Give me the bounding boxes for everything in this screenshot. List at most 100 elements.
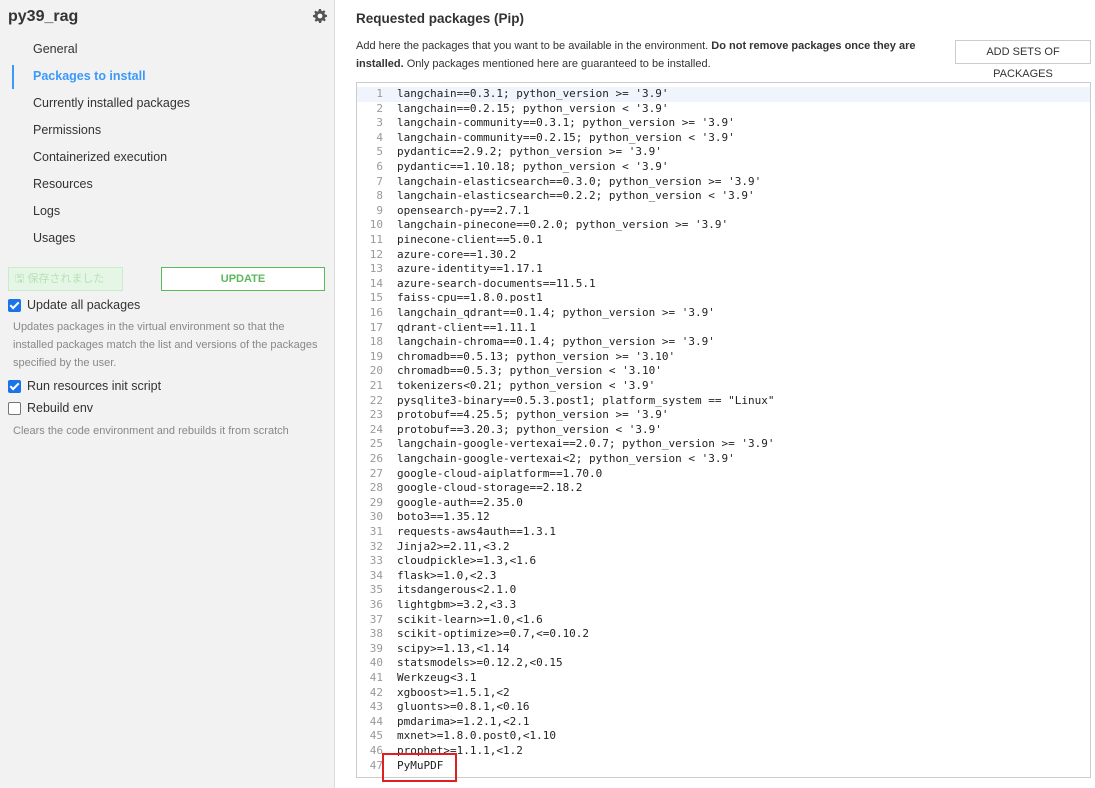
sidebar-item-resources[interactable]: Resources	[12, 171, 312, 198]
line-number: 5	[376, 145, 383, 159]
code-text: langchain_qdrant==0.1.4; python_version …	[397, 306, 715, 319]
sidebar-item-containerized-execution[interactable]: Containerized execution	[12, 144, 312, 171]
update-all-checkbox[interactable]	[8, 298, 21, 312]
line-number: 40	[369, 656, 383, 670]
line-number: 23	[369, 408, 383, 422]
code-line: 37 scikit-learn>=1.0,<1.6	[357, 613, 1090, 628]
code-line: 2 langchain==0.2.15; python_version < '3.…	[357, 102, 1090, 117]
line-number: 11	[369, 233, 383, 246]
code-text: pydantic==2.9.2; python_version >= '3.9'	[397, 145, 662, 159]
rebuild-row[interactable]: Rebuild env	[8, 401, 93, 415]
code-text: cloudpickle>=1.3,<1.6	[397, 554, 537, 568]
sidebar-item-packages-to-install[interactable]: Packages to install	[12, 63, 312, 90]
code-text: gluonts>=0.8.1,<0.16	[397, 700, 530, 714]
code-line: 24 protobuf==3.20.3; python_version < '3.…	[357, 423, 1090, 438]
code-line: 22 pysqlite3-binary==0.5.3.post1; platfor…	[357, 394, 1090, 409]
line-number: 10	[369, 218, 383, 232]
line-number: 16	[369, 306, 383, 319]
code-line: 43 gluonts>=0.8.1,<0.16	[357, 700, 1090, 715]
code-text: pmdarima>=1.2.1,<2.1	[397, 714, 530, 728]
code-line: 31 requests-aws4auth==1.3.1	[357, 525, 1090, 540]
code-text: langchain==0.2.15; python_version < '3.9…	[397, 101, 669, 115]
line-number: 39	[369, 641, 383, 655]
code-line: 15 faiss-cpu==1.8.0.post1	[357, 291, 1090, 306]
code-text: boto3==1.35.12	[397, 510, 490, 524]
description: Add here the packages that you want to b…	[356, 37, 926, 73]
run-init-label: Run resources init script	[27, 379, 162, 393]
line-number: 3	[376, 116, 383, 130]
line-number: 21	[369, 379, 383, 392]
code-text: flask>=1.0,<2.3	[397, 568, 497, 582]
line-number: 24	[369, 422, 383, 436]
code-line: 5 pydantic==2.9.2; python_version >= '3.9…	[357, 145, 1090, 160]
sidebar-item-general[interactable]: General	[12, 36, 312, 63]
code-text: requests-aws4auth==1.3.1	[397, 525, 556, 538]
code-text: langchain-google-vertexai<2; python_vers…	[397, 452, 735, 465]
code-text: chromadb==0.5.13; python_version >= '3.1…	[397, 349, 676, 363]
line-number: 31	[369, 525, 383, 538]
code-line: 19 chromadb==0.5.13; python_version >= '3…	[357, 350, 1090, 365]
code-line: 41 Werkzeug<3.1	[357, 671, 1090, 686]
gear-icon[interactable]	[313, 9, 327, 23]
code-line: 45 mxnet>=1.8.0.post0,<1.10	[357, 729, 1090, 744]
code-text: Werkzeug<3.1	[397, 671, 477, 684]
line-number: 36	[369, 598, 383, 611]
line-number: 47	[369, 758, 383, 772]
sidebar-item-usages[interactable]: Usages	[12, 225, 312, 252]
line-number: 25	[369, 437, 383, 451]
code-text: tokenizers<0.21; python_version < '3.9'	[397, 379, 656, 392]
rebuild-checkbox[interactable]	[8, 401, 21, 415]
line-number: 14	[369, 276, 383, 290]
gear-icon-svg	[313, 9, 327, 23]
run-init-row[interactable]: Run resources init script	[8, 379, 161, 393]
sidebar-item-currently-installed-packages[interactable]: Currently installed packages	[12, 90, 312, 117]
code-text: Jinja2>=2.11,<3.2	[397, 539, 510, 553]
code-text: langchain==0.3.1; python_version >= '3.9…	[397, 87, 669, 100]
code-text: protobuf==3.20.3; python_version < '3.9'	[397, 422, 662, 436]
code-line: 29 google-auth==2.35.0	[357, 496, 1090, 511]
line-number: 30	[369, 510, 383, 524]
code-line: 18 langchain-chroma==0.1.4; python_versio…	[357, 335, 1090, 350]
highlight-box	[382, 753, 457, 782]
code-text: pinecone-client==5.0.1	[397, 233, 543, 246]
code-line: 33 cloudpickle>=1.3,<1.6	[357, 554, 1090, 569]
code-text: langchain-chroma==0.1.4; python_version …	[397, 335, 715, 349]
code-text: azure-core==1.30.2	[397, 247, 517, 261]
update-button[interactable]: UPDATE	[161, 267, 325, 291]
sidebar: py39_rag General Packages to install Curre…	[0, 0, 334, 788]
env-title: py39_rag	[8, 8, 79, 25]
line-number: 35	[369, 583, 383, 597]
code-text: langchain-elasticsearch==0.3.0; python_v…	[397, 174, 762, 188]
line-number: 2	[376, 101, 383, 115]
code-line: 35 itsdangerous<2.1.0	[357, 583, 1090, 598]
sidebar-item-permissions[interactable]: Permissions	[12, 117, 312, 144]
requirements-editor[interactable]: 1 langchain==0.3.1; python_version >= '3.…	[356, 82, 1091, 778]
code-line: 40 statsmodels>=0.12.2,<0.15	[357, 656, 1090, 671]
code-text: qdrant-client==1.11.1	[397, 320, 537, 334]
line-number: 9	[376, 203, 383, 217]
sidebar-item-logs[interactable]: Logs	[12, 198, 312, 225]
line-number: 4	[376, 130, 383, 144]
line-number: 13	[369, 262, 383, 276]
code-line: 7 langchain-elasticsearch==0.3.0; python_…	[357, 175, 1090, 190]
description-note: Only packages mentioned here are guarant…	[403, 58, 711, 70]
update-all-row[interactable]: Update all packages	[8, 298, 140, 312]
line-number: 29	[369, 495, 383, 509]
code-text: statsmodels>=0.12.2,<0.15	[397, 656, 563, 670]
line-number: 7	[376, 174, 383, 188]
code-text: lightgbm>=3.2,<3.3	[397, 598, 517, 611]
code-text: azure-search-documents==11.5.1	[397, 276, 596, 290]
code-text: scipy>=1.13,<1.14	[397, 641, 510, 655]
line-number: 20	[369, 364, 383, 378]
code-text: pydantic==1.10.18; python_version < '3.9…	[397, 160, 669, 173]
code-line: 44 pmdarima>=1.2.1,<2.1	[357, 715, 1090, 730]
code-line: 46 prophet>=1.1.1,<1.2	[357, 744, 1090, 759]
add-sets-of-packages-button[interactable]: ADD SETS OF PACKAGES	[955, 40, 1091, 80]
run-init-checkbox[interactable]	[8, 379, 21, 393]
code-line: 28 google-cloud-storage==2.18.2	[357, 481, 1090, 496]
rebuild-help: Clears the code environment and rebuilds…	[13, 425, 289, 437]
code-line: 10 langchain-pinecone==0.2.0; python_vers…	[357, 218, 1090, 233]
saved-label: 保存されました	[27, 273, 105, 285]
line-number: 6	[376, 160, 383, 173]
code-text: scikit-learn>=1.0,<1.6	[397, 612, 543, 626]
